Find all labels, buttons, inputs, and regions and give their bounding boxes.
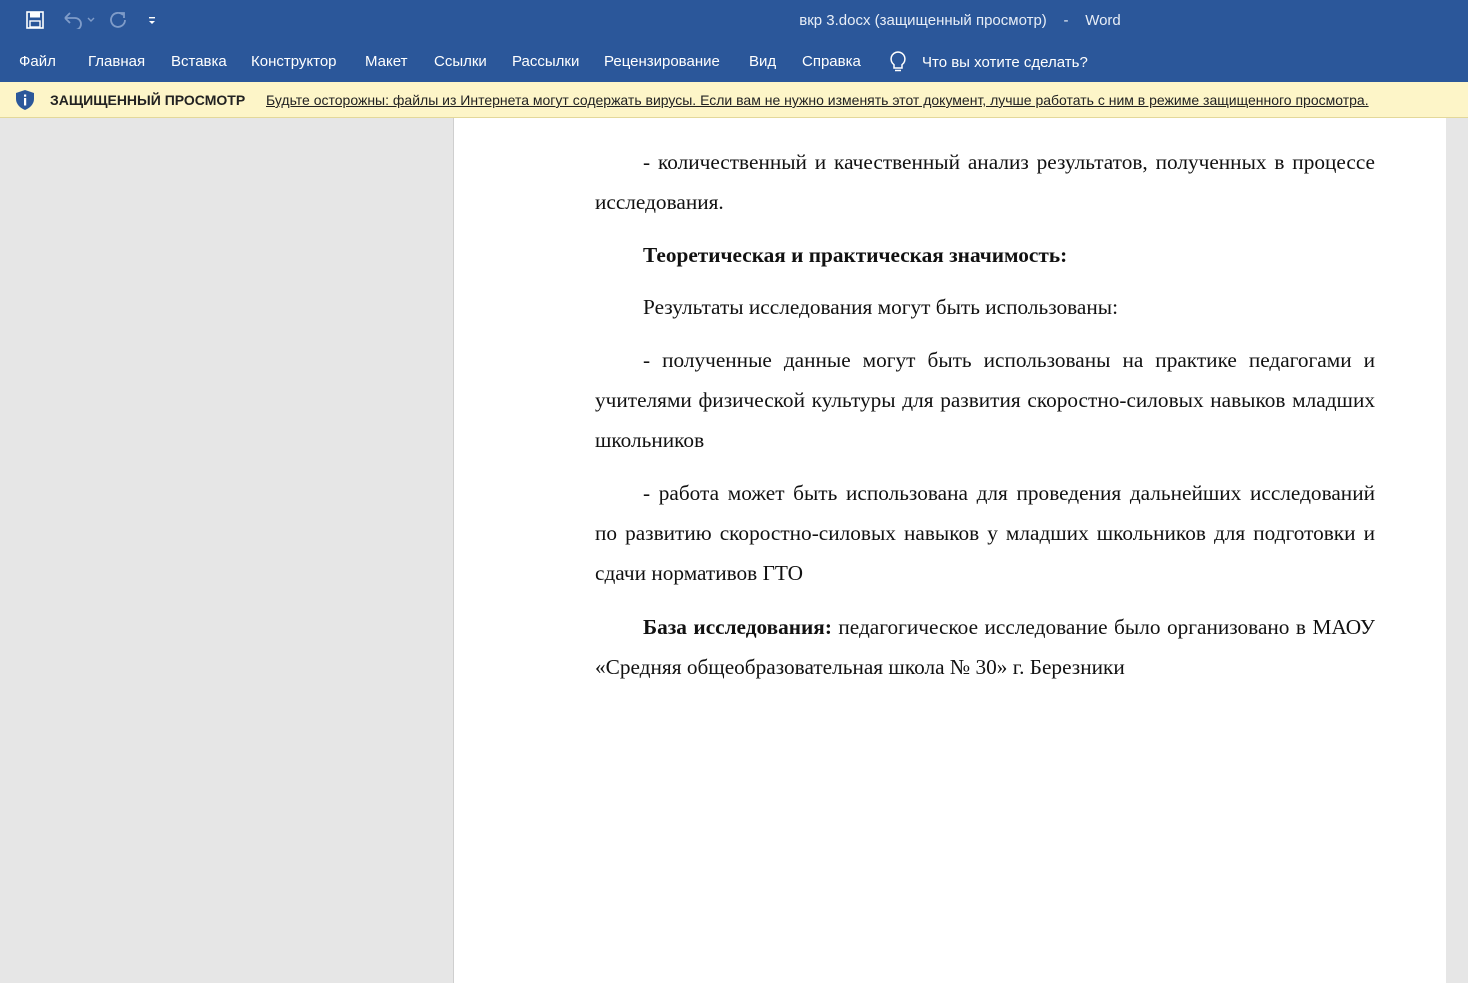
tab-mailings[interactable]: Рассылки [512,53,579,70]
ribbon-tabs: Файл Главная Вставка Конструктор Макет С… [0,42,1468,82]
research-base-label: База исследования: [643,615,832,639]
tab-file[interactable]: Файл [19,53,56,70]
tab-help[interactable]: Справка [802,53,861,70]
paragraph-results-usage: Результаты исследования могут быть испол… [643,295,1118,319]
paragraph-practical-use: - полученные данные могут быть использов… [595,348,1375,452]
protected-view-message-link[interactable]: Будьте осторожны: файлы из Интернета мог… [266,92,1369,108]
heading-significance: Теоретическая и практическая значимость: [643,243,1068,267]
lightbulb-icon [890,51,906,72]
protected-view-bar: ЗАЩИЩЕННЫЙ ПРОСМОТР Будьте осторожны: фа… [0,82,1468,118]
title-separator: - [1063,12,1069,29]
tab-review[interactable]: Рецензирование [604,53,720,70]
title-bar: вкр 3.docx (защищенный просмотр) - Word [0,0,1468,42]
shield-info-icon [16,90,34,110]
tell-me-search[interactable]: Что вы хотите сделать? [888,50,1088,74]
protected-view-label: ЗАЩИЩЕННЫЙ ПРОСМОТР [50,92,246,108]
paragraph-heading-significance: Теоретическая и практическая значимость: [595,235,1375,275]
document-name: вкр 3.docx (защищенный просмотр) [799,12,1047,29]
tab-layout[interactable]: Макет [365,53,407,70]
window-title: вкр 3.docx (защищенный просмотр) - Word [0,12,1468,29]
tab-view[interactable]: Вид [749,53,776,70]
paragraph-research-base: База исследования: педагогическое исслед… [595,607,1375,687]
app-name: Word [1085,12,1121,29]
tab-references[interactable]: Ссылки [434,53,487,70]
paragraph-further-research: - работа может быть использована для про… [595,481,1375,585]
right-canvas-margin [1446,118,1468,983]
document-page[interactable]: - количественный и качественный анализ р… [453,118,1447,983]
tab-home[interactable]: Главная [88,53,145,70]
tab-insert[interactable]: Вставка [171,53,227,70]
tell-me-label: Что вы хотите сделать? [922,53,1088,71]
tab-design[interactable]: Конструктор [251,53,337,70]
paragraph-analysis: - количественный и качественный анализ р… [595,150,1375,214]
